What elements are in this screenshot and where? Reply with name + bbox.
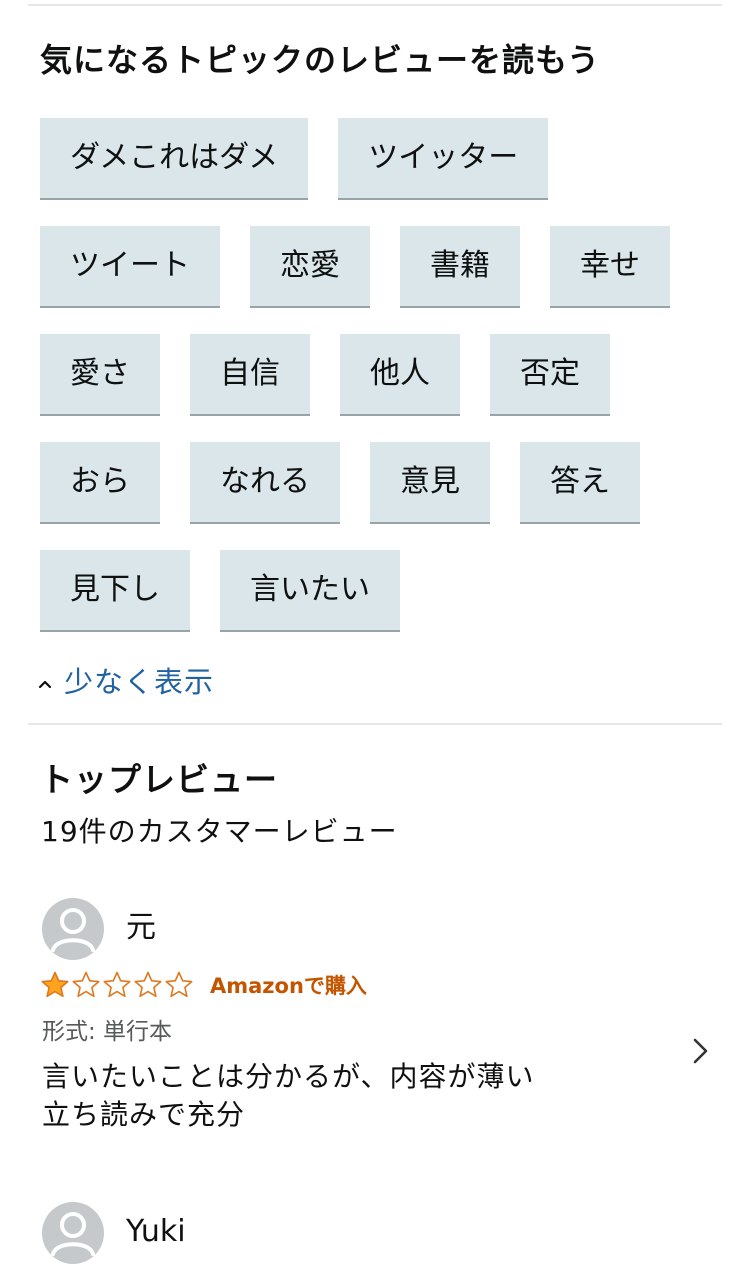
section-divider: [28, 4, 722, 6]
review-count: 19件のカスタマーレビュー: [41, 815, 398, 848]
topic-chip[interactable]: なれる: [190, 442, 340, 524]
star-empty-icon: [165, 971, 193, 998]
topic-chip[interactable]: ツイート: [40, 226, 220, 308]
topic-chip[interactable]: 答え: [520, 442, 640, 524]
topics-title: 気になるトピックのレビューを読もう: [40, 41, 601, 79]
topic-chip[interactable]: 書籍: [400, 226, 520, 308]
default-user-icon: [42, 898, 104, 960]
topic-chip[interactable]: ダメこれはダメ: [40, 118, 309, 200]
topic-chip[interactable]: 他人: [340, 334, 460, 416]
reviewer-name: 元: [126, 910, 156, 945]
topic-chip[interactable]: おら: [40, 442, 160, 524]
topic-chip[interactable]: 愛さ: [40, 334, 160, 416]
star-rating: [40, 970, 194, 1000]
topic-chip[interactable]: 言いたい: [220, 550, 400, 632]
topic-chip[interactable]: 幸せ: [550, 226, 670, 308]
section-divider: [28, 723, 722, 725]
caret-up-icon: [38, 680, 52, 689]
show-less-link[interactable]: 少なく表示: [38, 660, 214, 700]
topic-chip[interactable]: 見下し: [40, 550, 190, 632]
topic-chip[interactable]: 恋愛: [250, 226, 370, 308]
topic-chip[interactable]: 意見: [370, 442, 490, 524]
review-body: 言いたいことは分かるが、内容が薄い 立ち読みで充分: [42, 1058, 642, 1134]
default-user-icon: [42, 1202, 104, 1264]
topic-chips: ダメこれはダメ ツイッター ツイート 恋愛 書籍 幸せ 愛さ 自信 他人 否定 …: [40, 118, 700, 632]
show-less-label: 少なく表示: [64, 665, 215, 699]
star-empty-icon: [103, 971, 131, 998]
star-empty-icon: [134, 971, 162, 998]
reviewer-name: Yuki: [126, 1214, 186, 1249]
rating-row: Amazonで購入: [40, 970, 367, 1000]
topic-chip[interactable]: 自信: [190, 334, 310, 416]
review-body-line: 立ち読みで充分: [42, 1098, 246, 1131]
review-format: 形式: 単行本: [42, 1019, 173, 1045]
topic-chip[interactable]: ツイッター: [338, 118, 549, 200]
verified-purchase-badge: Amazonで購入: [210, 974, 367, 998]
star-empty-icon: [72, 971, 100, 998]
review-body-line: 言いたいことは分かるが、内容が薄い: [42, 1060, 535, 1093]
star-filled-icon: [41, 971, 69, 998]
chevron-right-icon[interactable]: [688, 1036, 712, 1066]
top-reviews-title: トップレビュー: [40, 760, 278, 799]
topic-chip[interactable]: 否定: [490, 334, 610, 416]
